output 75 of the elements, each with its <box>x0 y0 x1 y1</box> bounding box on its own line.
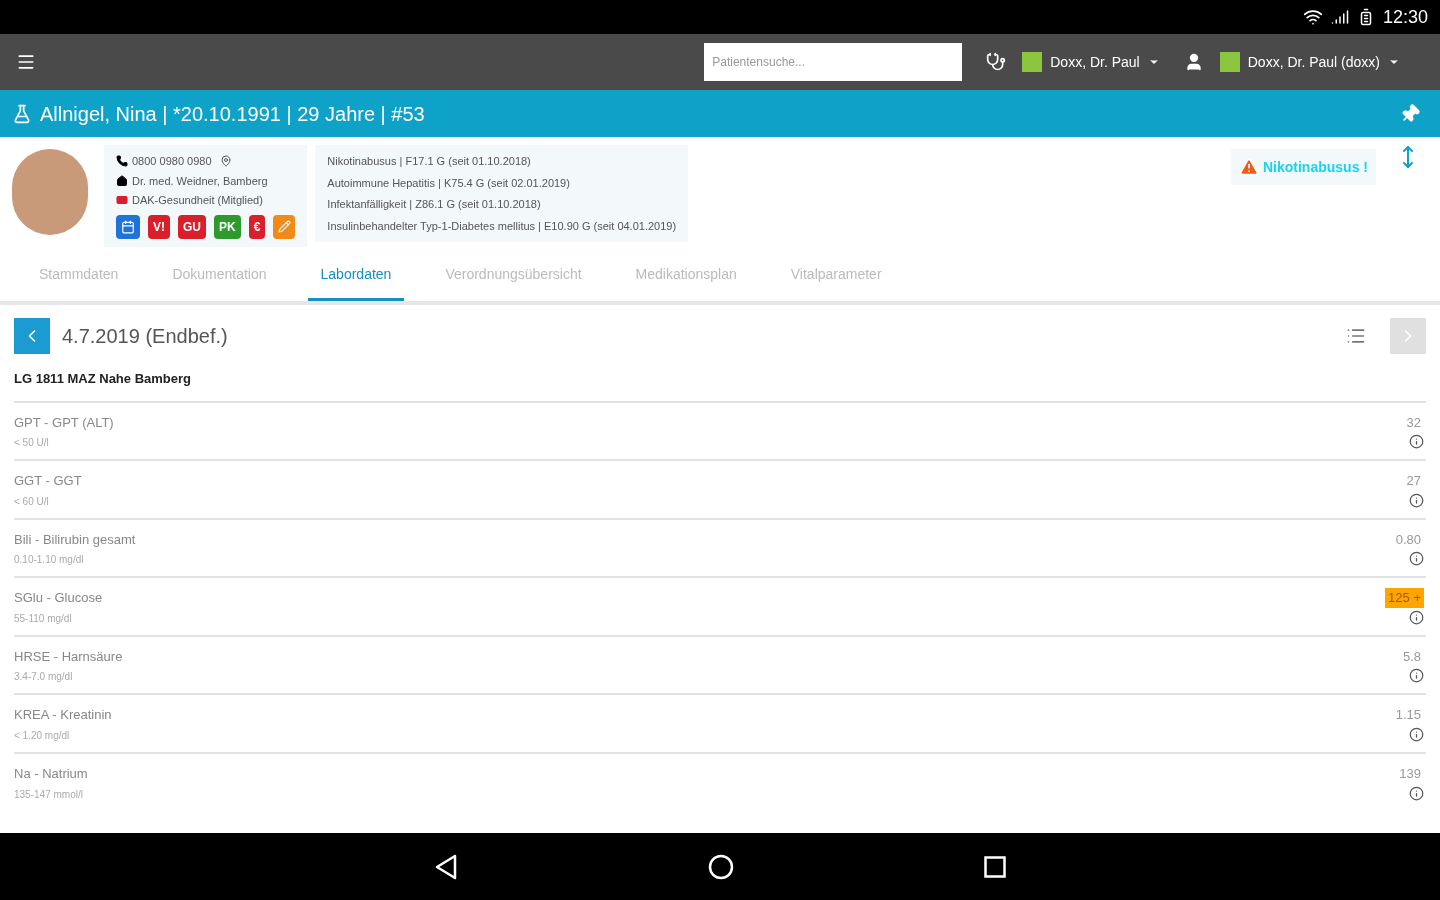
reference-range: 135-147 mmol/l <box>14 787 84 802</box>
tag-badge[interactable]: V! <box>148 214 170 239</box>
info-icon[interactable] <box>1409 492 1424 508</box>
info-icon[interactable] <box>1409 785 1424 801</box>
menu-button[interactable] <box>16 52 36 72</box>
contact-text: 0800 0980 0980 <box>132 154 212 169</box>
lab-value: 1.15 <box>1394 706 1422 725</box>
info-icon[interactable] <box>1409 609 1424 625</box>
info-icon[interactable] <box>1409 668 1424 684</box>
clock: 12:30 <box>1382 5 1428 29</box>
tab[interactable]: Labordaten <box>307 250 405 301</box>
lab-row[interactable]: GPT - GPT (ALT) < 50 U/l 32 <box>14 400 1426 460</box>
lab-row[interactable]: Bili - Bilirubin gesamt 0.10-1.10 mg/dl 0.80 <box>14 517 1426 577</box>
lab-value: 0.80 <box>1394 530 1422 549</box>
lab-date: 4.7.2019 (Endbef.) <box>62 324 228 349</box>
user-dropdown[interactable]: Doxx, Dr. Paul (doxx) <box>1247 51 1400 73</box>
lab-name: LG 1811 MAZ Nahe Bamberg <box>14 370 192 388</box>
reference-range: < 1.20 mg/dl <box>14 728 71 743</box>
warning-text: Nikotinabusus ! <box>1263 157 1368 177</box>
lab-value: 125 + <box>1385 588 1424 608</box>
location-icon <box>219 155 232 168</box>
list-icon[interactable] <box>1346 326 1366 346</box>
lab-test-name: GPT - GPT (ALT) <box>14 413 114 432</box>
home-icon[interactable] <box>708 853 734 880</box>
info-icon[interactable] <box>1409 726 1424 742</box>
patient-search-field[interactable]: Patientensuche... <box>704 43 963 81</box>
house-icon <box>116 174 128 187</box>
tab[interactable]: Medikationsplan <box>622 250 750 301</box>
tag-badge[interactable]: € <box>248 214 266 239</box>
tab[interactable]: Verordnungsübersicht <box>432 250 595 301</box>
lab-test-name: Bili - Bilirubin gesamt <box>14 530 136 549</box>
reference-range: 0.10-1.10 mg/dl <box>14 553 85 568</box>
recents-icon[interactable] <box>984 855 1006 878</box>
back-icon[interactable] <box>434 853 458 880</box>
card-icon <box>116 194 128 207</box>
lab-row[interactable]: GGT - GGT < 60 U/l 27 <box>14 459 1426 518</box>
lab-row[interactable]: KREA - Kreatinin < 1.20 mg/dl 1.15 <box>14 693 1426 753</box>
warning-icon <box>1239 157 1259 177</box>
lab-test-name: KREA - Kreatinin <box>14 706 112 725</box>
reference-range: < 50 U/l <box>14 436 50 450</box>
lab-row[interactable]: HRSE - Harnsäure 3.4-7.0 mg/dl 5.8 <box>14 634 1426 694</box>
user-dropdown[interactable]: Doxx, Dr. Paul <box>1050 51 1160 73</box>
tab[interactable]: Stammdaten <box>26 250 132 301</box>
lab-row[interactable]: Na - Natrium 135-147 mmol/l 139 <box>14 752 1426 811</box>
lab-test-name: Na - Natrium <box>14 765 88 784</box>
tag-badge[interactable]: GU <box>178 214 206 239</box>
flask-icon <box>12 103 32 124</box>
patient-title: Allnigel, Nina | *20.10.1991 | 29 Jahre | #53 <box>40 101 425 127</box>
lab-value: 32 <box>1405 413 1422 432</box>
lab-test-name: HRSE - Harnsäure <box>14 647 123 666</box>
lab-value: 27 <box>1405 472 1422 491</box>
tab[interactable]: Vitalparameter <box>777 250 895 301</box>
diagnosis-text: Infektanfälligkeit | Z86.1 G (seit 01.10.2018) <box>327 197 542 212</box>
lab-value: 5.8 <box>1401 647 1422 666</box>
lab-test-name: GGT - GGT <box>14 472 82 491</box>
reference-range: 55-110 mg/dl <box>14 611 73 626</box>
reference-range: < 60 U/l <box>14 494 50 509</box>
lab-value: 139 <box>1398 765 1422 784</box>
contact-text: Dr. med. Weidner, Bamberg <box>132 173 268 189</box>
diagnosis-text: Autoimmune Hepatitis | K75.4 G (seit 02.01.2019) <box>327 175 571 191</box>
diagnosis-text: Nikotinabusus | F17.1 G (seit 01.10.2018) <box>327 154 532 169</box>
calendar-badge[interactable] <box>116 214 140 239</box>
tag-badge[interactable]: PK <box>214 214 241 239</box>
stethoscope-icon <box>986 52 1007 72</box>
info-icon[interactable] <box>1409 434 1424 449</box>
signal-icon <box>1330 8 1349 26</box>
phone-icon <box>116 155 128 168</box>
contact-text: DAK-Gesundheit (Mitglied) <box>132 193 263 208</box>
tab[interactable]: Dokumentation <box>159 250 280 301</box>
lab-test-name: SGlu - Glucose <box>14 589 103 608</box>
info-icon[interactable] <box>1409 551 1424 567</box>
lab-row[interactable]: SGlu - Glucose 55-110 mg/dl 125 + <box>14 576 1426 635</box>
diagnosis-text: Insulinbehandelter Typ-1-Diabetes mellitus | E10.90 G (seit 04.01.2019) <box>327 218 677 234</box>
reference-range: 3.4-7.0 mg/dl <box>14 670 74 685</box>
wifi-icon <box>1302 7 1323 27</box>
